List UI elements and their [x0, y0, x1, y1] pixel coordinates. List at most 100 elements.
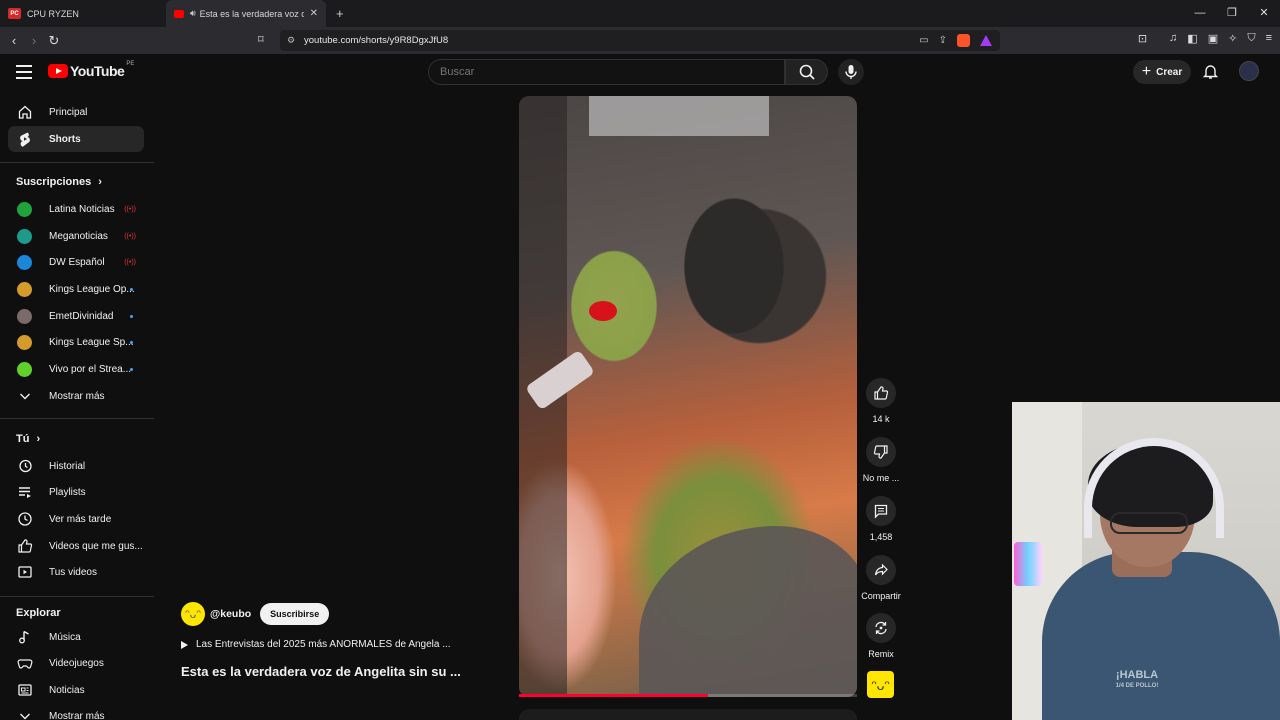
notifications-bell-icon[interactable] [1202, 63, 1219, 80]
new-content-dot [130, 367, 133, 371]
channel-sound-thumbnail[interactable]: ᵔᴗᵔ [867, 671, 894, 698]
dislike-button[interactable] [866, 437, 896, 467]
next-short-preview[interactable] [519, 709, 857, 720]
close-window-icon[interactable]: ✕ [1248, 0, 1280, 27]
channel-avatar [17, 228, 32, 244]
sidebar-item-dw-espanol[interactable]: DW Español ((•)) [8, 249, 144, 275]
leo-ai-icon[interactable]: ✧ [1228, 32, 1237, 45]
search-input[interactable] [440, 66, 740, 78]
tab-youtube-short[interactable]: 🔊︎ Esta es la verdadera voz de A ✕ [166, 0, 326, 27]
sidebar-item-tus-videos[interactable]: Tus videos [8, 559, 144, 585]
media-icon[interactable]: ♫ [1169, 32, 1177, 45]
create-button[interactable]: + Crear [1133, 60, 1191, 84]
sidebar-item-shorts[interactable]: Shorts [8, 126, 144, 152]
close-tab-icon[interactable]: ✕ [310, 8, 318, 19]
sidebar-item-musica[interactable]: Música [8, 624, 144, 650]
voice-search-button[interactable] [838, 59, 864, 85]
live-icon: ((•)) [124, 232, 136, 240]
share-page-icon[interactable]: ⇪ [939, 35, 947, 46]
restore-icon[interactable]: ❐ [1216, 0, 1248, 27]
bookmark-icon[interactable]: ⌑ [258, 33, 264, 46]
youtube-logo[interactable]: YouTube PE [48, 61, 134, 79]
channel-avatar[interactable]: ᵔᴗᵔ [181, 602, 205, 626]
sidebar-toggle-icon[interactable]: ◧ [1187, 32, 1197, 45]
chevron-down-icon [17, 708, 33, 720]
cast-icon[interactable]: ▭ [919, 35, 928, 46]
like-count: 14 k [872, 414, 890, 424]
extensions-toolbar: ⊡ ♫ ◧ ▣ ✧ ⛉ ≡ [1138, 32, 1272, 45]
shirt-print: ¡HABLA 1/4 DE POLLO! [1102, 670, 1172, 692]
youtube-header: YouTube PE + Crear [0, 54, 1280, 92]
wallet-icon[interactable]: ▣ [1208, 32, 1218, 45]
screenshot-icon[interactable]: ⊡ [1138, 32, 1147, 45]
reload-icon[interactable]: ↻ [44, 33, 64, 49]
sidebar-item-show-more-subscriptions[interactable]: Mostrar más [8, 383, 144, 409]
shorts-video-player[interactable] [519, 96, 857, 697]
url-text: youtube.com/shorts/y9R8DgxJfU8 [304, 35, 449, 46]
channel-avatar [17, 334, 32, 350]
chevron-down-icon [17, 388, 33, 404]
brave-rewards-icon[interactable] [980, 35, 992, 46]
vpn-icon[interactable]: ⛉ [1247, 32, 1255, 45]
headset-icon [1084, 438, 1224, 538]
live-icon: ((•)) [124, 205, 136, 213]
video-frame-detail [639, 526, 857, 697]
comment-icon [874, 504, 888, 519]
streamer-shirt [1042, 552, 1280, 720]
sidebar-item-meganoticias[interactable]: Meganoticias ((•)) [8, 223, 144, 249]
new-tab-button[interactable]: + [336, 6, 344, 21]
sidebar-item-vivo-por-el-stream[interactable]: Vivo por el Strea... [8, 356, 144, 382]
forward-icon[interactable]: › [24, 33, 44, 48]
search-button[interactable] [785, 59, 828, 85]
sidebar-item-historial[interactable]: Historial [8, 453, 144, 479]
sidebar-item-kings-league-op[interactable]: Kings League Op... [8, 276, 144, 302]
sidebar-item-liked-videos[interactable]: Videos que me gus... [8, 533, 144, 559]
rgb-light [1014, 542, 1042, 586]
sidebar-item-label: Vivo por el Strea... [49, 363, 132, 375]
playlist-link[interactable]: Las Entrevistas del 2025 más ANORMALES d… [181, 639, 451, 650]
new-content-dot [130, 340, 133, 344]
sidebar-item-playlists[interactable]: Playlists [8, 479, 144, 505]
play-icon [181, 640, 188, 649]
back-icon[interactable]: ‹ [4, 33, 24, 48]
home-icon [17, 104, 33, 120]
speaker-icon[interactable]: 🔊︎ [190, 8, 196, 19]
account-avatar[interactable] [1239, 61, 1259, 81]
explore-title: Explorar [16, 607, 61, 619]
news-icon [17, 682, 33, 698]
sidebar-item-emetdivinidad[interactable]: EmetDivinidad [8, 303, 144, 329]
hamburger-menu-icon[interactable] [16, 65, 32, 79]
sidebar-item-label: Kings League Op... [49, 283, 135, 295]
like-icon [17, 538, 33, 554]
channel-handle[interactable]: @keubo [210, 608, 251, 620]
browser-tab-bar: PC CPU RYZEN 🔊︎ Esta es la verdadera voz… [0, 0, 1280, 27]
you-heading[interactable]: Tú › [16, 433, 40, 445]
menu-icon[interactable]: ≡ [1266, 32, 1272, 45]
sidebar-item-principal[interactable]: Principal [8, 99, 144, 125]
subscribe-button[interactable]: Suscribirse [260, 603, 330, 625]
video-progress-bar[interactable] [519, 694, 857, 697]
url-field[interactable]: ⚙ youtube.com/shorts/y9R8DgxJfU8 ▭ ⇪ [280, 30, 1000, 51]
subscriptions-heading[interactable]: Suscripciones › [16, 176, 102, 188]
music-icon [17, 629, 33, 645]
youtube-play-icon [48, 64, 68, 78]
remix-button[interactable] [866, 613, 896, 643]
remix-icon [875, 621, 887, 635]
site-settings-icon[interactable]: ⚙ [287, 35, 295, 46]
sidebar-item-noticias[interactable]: Noticias [8, 677, 144, 703]
thumbs-up-icon [874, 386, 889, 400]
brave-shields-icon[interactable] [957, 34, 970, 47]
minimize-icon[interactable]: — [1184, 0, 1216, 27]
comments-button[interactable] [866, 496, 896, 526]
sidebar-item-latina-noticias[interactable]: Latina Noticias ((•)) [8, 196, 144, 222]
sidebar-item-ver-mas-tarde[interactable]: Ver más tarde [8, 506, 144, 532]
divider [0, 418, 154, 419]
remix-action: Remix [866, 613, 896, 659]
tab-cpu-ryzen[interactable]: PC CPU RYZEN [0, 0, 166, 27]
sidebar-item-show-more-explore[interactable]: Mostrar más [8, 703, 144, 720]
share-button[interactable] [866, 555, 896, 585]
short-title[interactable]: Esta es la verdadera voz de Angelita sin… [181, 664, 461, 679]
sidebar-item-kings-league-sp[interactable]: Kings League Sp... [8, 329, 144, 355]
sidebar-item-videojuegos[interactable]: Videojuegos [8, 650, 144, 676]
like-button[interactable] [866, 378, 896, 408]
